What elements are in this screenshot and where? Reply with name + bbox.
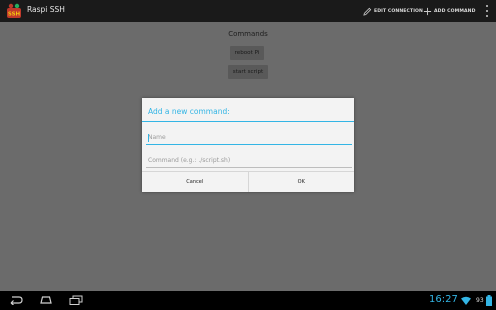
action-bar: SSH Raspi SSH EDIT CONNECTION ADD COMMAN… <box>0 0 496 22</box>
dialog-button-bar: Cancel OK <box>142 171 354 192</box>
edit-connection-label: EDIT CONNECTION <box>374 8 423 14</box>
overflow-menu-icon[interactable] <box>484 5 490 17</box>
commands-heading: Commands <box>228 30 268 38</box>
command-input[interactable] <box>146 154 352 168</box>
app-icon[interactable]: SSH <box>6 3 22 19</box>
battery-icon <box>486 295 492 306</box>
system-navigation-bar: 16:27 93 <box>0 291 496 310</box>
app-title: Raspi SSH <box>27 5 65 14</box>
edit-connection-button[interactable]: EDIT CONNECTION <box>363 5 423 17</box>
ok-button[interactable]: OK <box>247 172 355 192</box>
command-button[interactable]: reboot Pi <box>230 46 264 60</box>
cancel-button[interactable]: Cancel <box>142 172 248 192</box>
add-command-dialog: Add a new command: Cancel OK <box>142 98 354 192</box>
wifi-icon <box>461 296 471 305</box>
dialog-title: Add a new command: <box>148 107 230 116</box>
add-command-button[interactable]: ADD COMMAND <box>423 5 476 17</box>
back-icon[interactable] <box>8 295 24 305</box>
dialog-title-divider <box>142 121 354 122</box>
add-command-label: ADD COMMAND <box>434 8 476 14</box>
battery-level: 93 <box>476 297 484 304</box>
recent-apps-icon[interactable] <box>68 295 84 305</box>
name-input[interactable] <box>146 131 352 145</box>
home-icon[interactable] <box>38 295 54 305</box>
svg-text:SSH: SSH <box>8 12 21 18</box>
pencil-icon <box>363 7 372 16</box>
command-button[interactable]: start script <box>228 65 268 79</box>
text-cursor <box>148 134 149 142</box>
plus-icon <box>423 7 432 15</box>
status-clock: 16:27 <box>429 294 458 305</box>
